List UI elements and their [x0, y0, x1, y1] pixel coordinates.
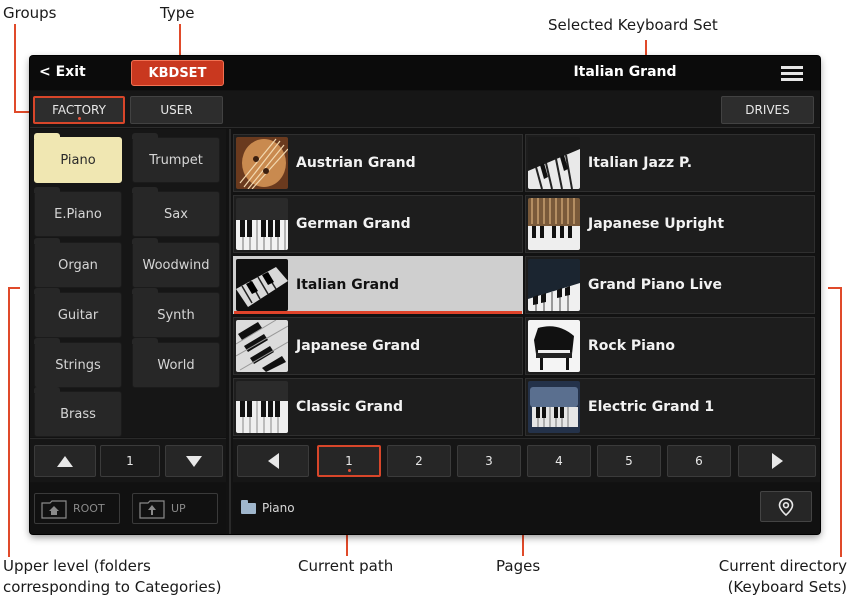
piano-keys-icon	[528, 259, 580, 311]
piano-keys-icon	[236, 381, 288, 433]
set-label: Japanese Grand	[296, 338, 421, 354]
category-piano[interactable]: Piano	[34, 133, 122, 183]
group-tabs: FACTORY USER DRIVES	[30, 91, 820, 128]
leader-upper-level-v	[8, 287, 10, 557]
category-sax[interactable]: Sax	[132, 187, 220, 237]
category-organ[interactable]: Organ	[34, 238, 122, 288]
category-pager: 1	[30, 438, 226, 482]
page-4-button[interactable]: 4	[527, 445, 591, 477]
set-label: Japanese Upright	[588, 216, 725, 232]
callout-type: Type	[160, 4, 195, 22]
root-label: ROOT	[73, 502, 105, 515]
page-1-button[interactable]: 1	[317, 445, 381, 477]
set-label: Electric Grand 1	[588, 399, 715, 415]
grand-piano-icon	[528, 320, 580, 372]
root-button[interactable]: ROOT	[34, 493, 120, 524]
set-label: German Grand	[296, 216, 411, 232]
leader-current-dir-v	[840, 287, 842, 557]
up-button[interactable]: UP	[132, 493, 218, 524]
page-5-button[interactable]: 5	[597, 445, 661, 477]
category-synth[interactable]: Synth	[132, 288, 220, 338]
page-6-button[interactable]: 6	[667, 445, 731, 477]
piano-strings-icon	[236, 137, 288, 189]
electric-piano-icon	[528, 381, 580, 433]
set-label: Austrian Grand	[296, 155, 416, 171]
piano-keys-icon	[236, 259, 288, 311]
arrow-up-icon	[57, 455, 73, 467]
leader-groups-v	[14, 24, 16, 112]
piano-keys-icon	[528, 137, 580, 189]
set-item[interactable]: Grand Piano Live	[525, 256, 815, 314]
callout-pages: Pages	[496, 557, 541, 575]
upright-piano-icon	[528, 198, 580, 250]
category-brass[interactable]: Brass	[34, 387, 122, 437]
set-label: Italian Jazz P.	[588, 155, 693, 171]
scroll-down-button[interactable]	[165, 445, 223, 477]
set-item[interactable]: Rock Piano	[525, 317, 815, 375]
piano-keys-icon	[236, 198, 288, 250]
category-guitar[interactable]: Guitar	[34, 288, 122, 338]
location-button[interactable]	[760, 491, 812, 522]
category-epiano[interactable]: E.Piano	[34, 187, 122, 237]
tab-factory[interactable]: FACTORY	[33, 96, 125, 124]
set-item-selected[interactable]: Italian Grand	[233, 256, 523, 314]
category-folders: Piano Trumpet E.Piano Sax Organ Woodwind…	[30, 129, 226, 437]
next-page-button[interactable]	[738, 445, 816, 477]
page-2-button[interactable]: 2	[387, 445, 451, 477]
category-woodwind[interactable]: Woodwind	[132, 238, 220, 288]
title-bar: < Exit KBDSET Italian Grand	[30, 56, 820, 90]
set-item[interactable]: Japanese Grand	[233, 317, 523, 375]
up-folder-icon	[139, 499, 165, 519]
panel-divider	[229, 129, 231, 534]
set-label: Italian Grand	[296, 277, 400, 293]
set-item[interactable]: Electric Grand 1	[525, 378, 815, 436]
keyboard-set-list: Austrian Grand Italian Jazz P. German Gr…	[233, 134, 817, 438]
up-label: UP	[171, 502, 186, 515]
selected-keyboard-set: Italian Grand	[573, 64, 677, 80]
set-item[interactable]: Austrian Grand	[233, 134, 523, 192]
set-item[interactable]: Italian Jazz P.	[525, 134, 815, 192]
folder-navigation: ROOT UP	[30, 483, 226, 534]
leader-current-dir-h	[828, 287, 842, 289]
set-item[interactable]: Japanese Upright	[525, 195, 815, 253]
callout-upper-level-2: corresponding to Categories)	[3, 578, 222, 596]
callout-upper-level-1: Upper level (folders	[3, 557, 151, 575]
set-label: Rock Piano	[588, 338, 675, 354]
category-page-indicator: 1	[100, 445, 160, 477]
callout-current-dir-2: (Keyboard Sets)	[727, 578, 847, 596]
location-pin-icon	[778, 497, 794, 516]
arrow-right-icon	[771, 453, 783, 469]
scroll-up-button[interactable]	[34, 445, 96, 477]
tab-user[interactable]: USER	[130, 96, 223, 124]
callout-groups: Groups	[3, 4, 57, 22]
root-folder-icon	[41, 499, 67, 519]
callout-current-path: Current path	[298, 557, 394, 575]
menu-icon[interactable]	[781, 66, 803, 81]
page-3-button[interactable]: 3	[457, 445, 521, 477]
set-label: Grand Piano Live	[588, 277, 723, 293]
prev-page-button[interactable]	[237, 445, 309, 477]
arrow-down-icon	[186, 455, 202, 467]
leader-upper-level-h	[8, 287, 20, 289]
keyboard-set-select-window: < Exit KBDSET Italian Grand FACTORY USER…	[30, 56, 820, 534]
callout-current-dir-1: Current directory	[718, 557, 847, 575]
arrow-left-icon	[267, 453, 279, 469]
category-trumpet[interactable]: Trumpet	[132, 133, 220, 183]
current-path: Piano	[262, 501, 295, 515]
current-path-bar: Piano	[233, 483, 820, 534]
category-strings[interactable]: Strings	[34, 338, 122, 388]
category-world[interactable]: World	[132, 338, 220, 388]
set-item[interactable]: Classic Grand	[233, 378, 523, 436]
type-button[interactable]: KBDSET	[131, 60, 224, 86]
tab-drives[interactable]: DRIVES	[721, 96, 814, 124]
exit-button[interactable]: < Exit	[39, 64, 86, 80]
set-label: Classic Grand	[296, 399, 403, 415]
pages-bar: 1 2 3 4 5 6	[233, 438, 820, 482]
set-item[interactable]: German Grand	[233, 195, 523, 253]
folder-icon	[241, 500, 256, 514]
piano-keys-icon	[236, 320, 288, 372]
callout-selected-set: Selected Keyboard Set	[548, 16, 718, 34]
